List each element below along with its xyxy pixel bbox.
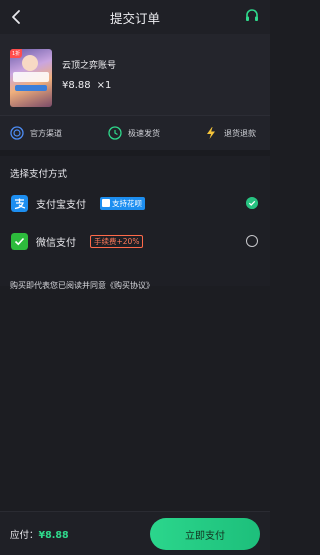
wechat-pay-icon	[11, 232, 28, 250]
purchase-agreement-text[interactable]: 购买即代表您已阅读并同意《购买协议》	[10, 280, 154, 291]
bottom-bar: 应付：¥8.88 立即支付	[0, 511, 270, 555]
product-name: 云顶之弈账号	[62, 61, 117, 71]
radio-selected-icon[interactable]	[246, 197, 258, 209]
payment-section: 选择支付方式 支付宝支付 支持花呗 微信支付 手续费+20% 购买即代表您已阅读…	[0, 156, 270, 290]
radio-unselected-icon[interactable]	[246, 235, 258, 247]
payment-option-alipay[interactable]: 支付宝支付 支持花呗	[0, 184, 270, 222]
payment-option-wechat[interactable]: 微信支付 手续费+20%	[0, 222, 270, 260]
fee-tag: 手续费+20%	[90, 234, 144, 248]
amount-due: 应付：¥8.88	[10, 530, 69, 541]
wechat-label: 微信支付	[36, 237, 76, 249]
service-features: 官方渠道 极速发货 退货退款	[0, 116, 270, 156]
clock-icon	[108, 126, 122, 140]
payment-section-title: 选择支付方式	[10, 169, 68, 180]
header: 提交订单	[0, 0, 270, 34]
discount-badge: 1折	[10, 49, 23, 58]
check-icon	[102, 199, 110, 207]
pay-now-button[interactable]: 立即支付	[150, 518, 260, 550]
official-channel-icon	[10, 126, 24, 140]
alipay-icon	[11, 194, 28, 212]
product-card: 1折 云顶之弈账号 ¥8.88 ×1	[0, 34, 270, 116]
feature-refund: 退货退款	[204, 126, 256, 140]
product-quantity: ×1	[96, 80, 112, 91]
huabei-tag: 支持花呗	[100, 196, 145, 210]
headset-icon[interactable]	[244, 8, 260, 24]
product-price-row: ¥8.88 ×1	[62, 80, 111, 91]
back-arrow-icon[interactable]	[8, 8, 26, 26]
feature-official-channel: 官方渠道	[10, 126, 62, 140]
alipay-label: 支付宝支付	[36, 199, 86, 211]
feature-fast-delivery: 极速发货	[108, 126, 160, 140]
product-price: ¥8.88	[62, 80, 91, 91]
product-thumbnail: 1折	[10, 49, 52, 107]
lightning-icon	[207, 127, 215, 139]
page-title: 提交订单	[109, 10, 160, 26]
amount-due-value: ¥8.88	[38, 530, 69, 541]
